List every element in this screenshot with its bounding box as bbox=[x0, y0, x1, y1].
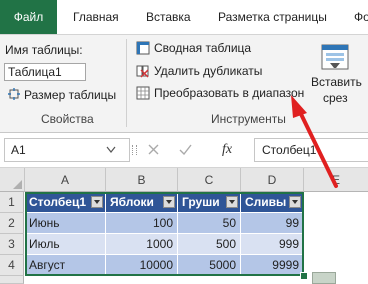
select-all-corner[interactable] bbox=[0, 168, 25, 192]
row-header-5[interactable] bbox=[0, 276, 24, 284]
table-cell[interactable]: 999 bbox=[241, 234, 304, 255]
column-header-a[interactable]: A bbox=[25, 168, 106, 192]
header-text: Груши bbox=[182, 195, 220, 209]
row-header-3[interactable]: 3 bbox=[0, 234, 24, 255]
table-header-cell[interactable]: Груши bbox=[178, 192, 241, 213]
table-header-cell[interactable]: Яблоки bbox=[106, 192, 178, 213]
pivot-table-icon bbox=[136, 41, 150, 55]
insert-slicer-label-2[interactable]: срез bbox=[323, 91, 348, 105]
tab-file[interactable]: Файл bbox=[0, 0, 57, 34]
tools-group-label: Инструменты bbox=[211, 112, 286, 126]
tab-formulas[interactable]: Фо bbox=[354, 0, 368, 34]
resize-table-button[interactable]: Размер таблицы bbox=[24, 88, 116, 102]
spreadsheet-grid: A B C D E 1 2 3 4 Столбец1 Яблоки Груши … bbox=[0, 168, 368, 284]
table-cell[interactable]: Август bbox=[25, 255, 106, 276]
cancel-icon[interactable] bbox=[148, 144, 159, 155]
filter-dropdown-icon[interactable] bbox=[226, 196, 238, 208]
table-name-label: Имя таблицы: bbox=[5, 43, 83, 57]
fill-handle[interactable] bbox=[300, 272, 308, 280]
properties-group-label: Свойства bbox=[41, 112, 94, 126]
remove-duplicates-icon bbox=[136, 65, 149, 78]
table-header-cell[interactable]: Сливы bbox=[241, 192, 304, 213]
formula-input[interactable]: Столбец1 bbox=[254, 138, 368, 162]
table-cell[interactable]: 1000 bbox=[106, 234, 178, 255]
header-text: Яблоки bbox=[110, 195, 154, 209]
filter-dropdown-icon[interactable] bbox=[91, 196, 103, 208]
insert-slicer-label-1[interactable]: Вставить bbox=[311, 75, 362, 89]
insert-function-button[interactable]: fx bbox=[222, 142, 232, 158]
insert-slicer-icon bbox=[321, 44, 349, 70]
header-text: Столбец1 bbox=[29, 195, 87, 209]
convert-to-range-icon bbox=[136, 86, 150, 100]
column-header-e[interactable]: E bbox=[304, 168, 368, 192]
table-cell[interactable]: 99 bbox=[241, 213, 304, 234]
confirm-icon[interactable] bbox=[179, 144, 192, 155]
tab-insert[interactable]: Вставка bbox=[146, 0, 191, 34]
filter-dropdown-icon[interactable] bbox=[163, 196, 175, 208]
formula-bar-splitter[interactable] bbox=[132, 145, 137, 155]
table-cell[interactable]: 500 bbox=[178, 234, 241, 255]
table-cell[interactable]: Июль bbox=[25, 234, 106, 255]
table-cell[interactable]: 10000 bbox=[106, 255, 178, 276]
resize-table-icon bbox=[8, 88, 20, 100]
table-cell[interactable]: 9999 bbox=[241, 255, 304, 276]
row-header-4[interactable]: 4 bbox=[0, 255, 24, 276]
table-header-cell[interactable]: Столбец1 bbox=[25, 192, 106, 213]
convert-to-range-button[interactable]: Преобразовать в диапазон bbox=[154, 86, 304, 100]
ribbon-tabs: Файл Главная Вставка Разметка страницы Ф… bbox=[0, 0, 368, 35]
chevron-down-icon[interactable] bbox=[106, 146, 116, 154]
remove-duplicates-button[interactable]: Удалить дубликаты bbox=[154, 64, 262, 78]
pivot-table-button[interactable]: Сводная таблица bbox=[154, 41, 251, 55]
select-all-icon bbox=[13, 180, 22, 189]
table-name-input[interactable]: Таблица1 bbox=[4, 63, 86, 81]
header-text: Сливы bbox=[245, 195, 287, 209]
row-header-2[interactable]: 2 bbox=[0, 213, 24, 234]
filter-dropdown-icon[interactable] bbox=[289, 196, 301, 208]
column-header-b[interactable]: B bbox=[106, 168, 178, 192]
quick-analysis-button[interactable] bbox=[312, 272, 336, 284]
tab-home[interactable]: Главная bbox=[73, 0, 119, 34]
group-separator bbox=[126, 39, 127, 127]
row-header-1[interactable]: 1 bbox=[0, 192, 24, 213]
tab-page-layout[interactable]: Разметка страницы bbox=[218, 0, 327, 34]
table-cell[interactable]: 5000 bbox=[178, 255, 241, 276]
table-cell[interactable]: Июнь bbox=[25, 213, 106, 234]
table-cell[interactable]: 50 bbox=[178, 213, 241, 234]
column-header-d[interactable]: D bbox=[241, 168, 304, 192]
formula-bar: A1 fx Столбец1 bbox=[0, 133, 368, 168]
table-cell[interactable]: 100 bbox=[106, 213, 178, 234]
column-header-c[interactable]: C bbox=[178, 168, 241, 192]
ribbon: Имя таблицы: Таблица1 Размер таблицы Сво… bbox=[0, 35, 368, 133]
